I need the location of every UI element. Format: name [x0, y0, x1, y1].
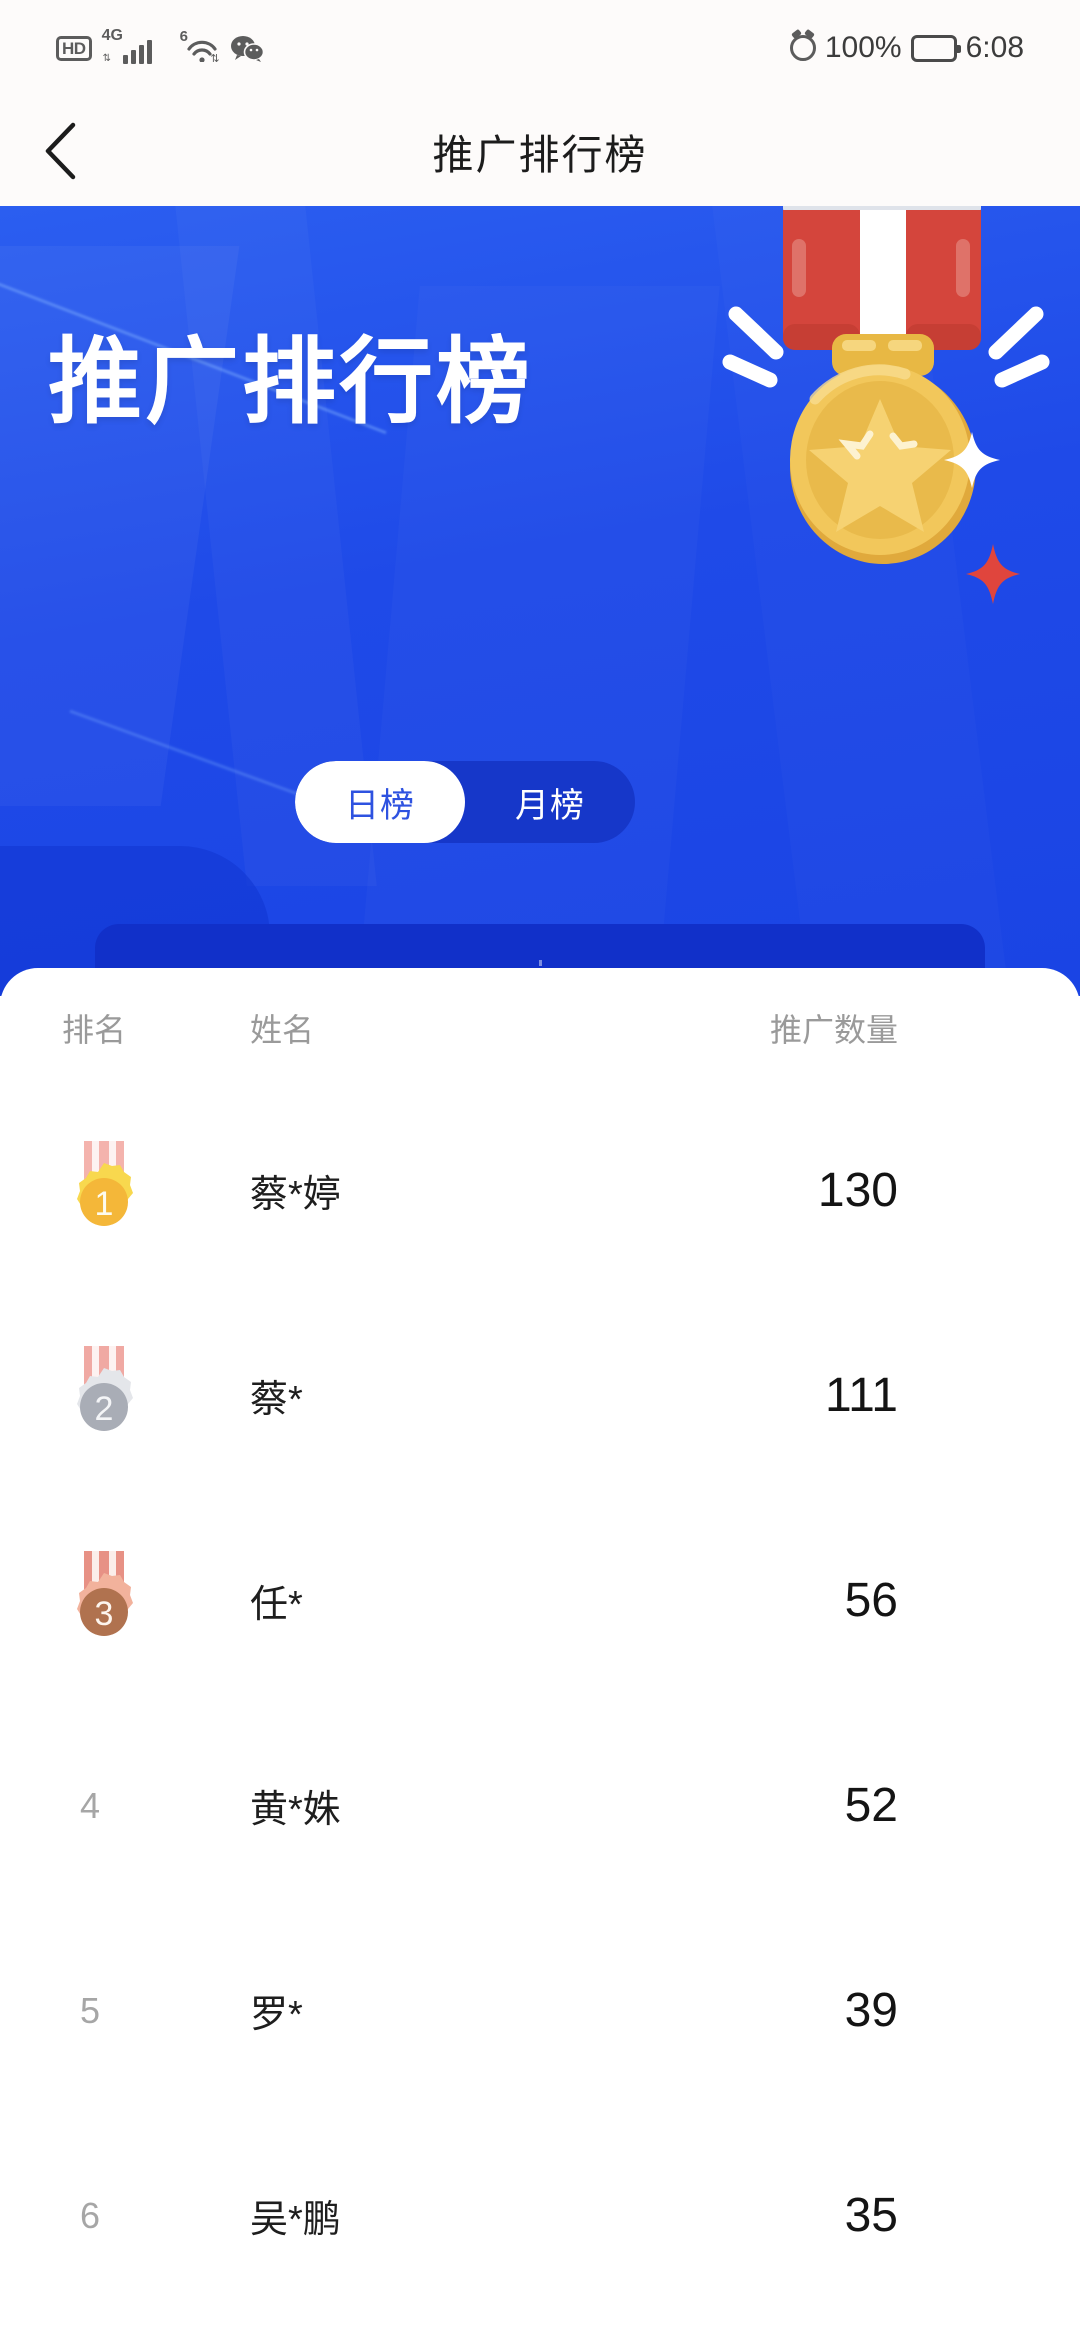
- hero-banner: 推广排行榜 日榜 月榜: [0, 206, 1080, 996]
- status-bar-right: 100% 6:08: [789, 31, 1024, 65]
- signal-bars-icon: [122, 40, 152, 64]
- wifi-updown-label: ⇅: [210, 53, 220, 65]
- row-rank-cell: 2: [0, 1344, 250, 1448]
- wifi-icon: 6 ⇅: [180, 28, 220, 65]
- column-header-rank: 排名: [62, 1012, 127, 1048]
- battery-icon: [910, 34, 961, 62]
- row-name-cell: 蔡*: [250, 1379, 303, 1421]
- tab-monthly[interactable]: 月榜: [465, 761, 635, 843]
- row-count-cell: 56: [844, 1574, 898, 1627]
- hd-icon: HD: [56, 35, 92, 61]
- svg-text:1: 1: [95, 1185, 114, 1223]
- signal-icon: 4G ⇅: [102, 28, 170, 64]
- row-name-cell: 吴*鹏: [250, 2199, 341, 2241]
- row-count-cell: 35: [844, 2189, 898, 2242]
- row-name-cell: 蔡*婷: [250, 1174, 341, 1216]
- gold-medal-illustration: [722, 206, 1050, 604]
- silver-medal-icon: 2: [77, 1345, 133, 1431]
- table-row[interactable]: 2 蔡* 111: [0, 1293, 1080, 1498]
- table-row[interactable]: 4 黄*姝 52: [0, 1703, 1080, 1908]
- status-bar-clock: 6:08: [965, 31, 1024, 64]
- row-rank-cell: 5: [0, 1990, 250, 2032]
- row-rank-number: 4: [79, 1784, 101, 1826]
- table-row[interactable]: 5 罗* 39: [0, 1908, 1080, 2113]
- row-count-cell: 130: [817, 1164, 898, 1217]
- signal-network-label: 4G: [101, 27, 123, 44]
- table-row[interactable]: 6 吴*鹏 35: [0, 2113, 1080, 2318]
- table-header-row: 排名 姓名 推广数量: [0, 968, 1080, 1088]
- svg-text:3: 3: [95, 1595, 114, 1633]
- phone-screen: HD 4G ⇅ 6 ⇅ 100% 6:08 推广排行榜 推广排行榜 日榜 月榜 …: [0, 0, 1080, 2340]
- page-title: 推广排行榜: [432, 132, 648, 178]
- table-row[interactable]: 1 蔡*婷 130: [0, 1088, 1080, 1293]
- row-rank-cell: 4: [0, 1785, 250, 1827]
- column-header-count: 推广数量: [769, 1012, 898, 1048]
- bronze-medal-icon: 3: [77, 1550, 133, 1636]
- tab-daily[interactable]: 日榜: [295, 761, 465, 843]
- row-rank-number: 5: [79, 1989, 101, 2031]
- row-rank-cell: 6: [0, 2195, 250, 2237]
- leaderboard-sheet: 排名 姓名 推广数量 1 蔡*婷 130 2 蔡* 111 3 任* 56 4 …: [0, 968, 1080, 2340]
- wechat-icon: [230, 35, 264, 62]
- nav-bar: 推广排行榜: [0, 96, 1080, 206]
- row-rank-cell: 3: [0, 1549, 250, 1653]
- row-count-cell: 39: [844, 1984, 898, 2037]
- alarm-icon: [789, 35, 816, 61]
- svg-text:2: 2: [95, 1390, 114, 1428]
- column-header-name: 姓名: [250, 1012, 315, 1048]
- row-rank-cell: 1: [0, 1139, 250, 1243]
- row-count-cell: 52: [844, 1779, 898, 1832]
- battery-percent-label: 100%: [824, 31, 902, 64]
- row-name-cell: 黄*姝: [250, 1789, 341, 1831]
- hero-title: 推广排行榜: [48, 329, 534, 434]
- signal-updown-label: ⇅: [102, 53, 111, 64]
- row-name-cell: 任*: [250, 1584, 303, 1626]
- leaderboard-period-toggle[interactable]: 日榜 月榜: [295, 761, 635, 843]
- gold-medal-icon: 1: [77, 1140, 133, 1226]
- status-bar-left: HD 4G ⇅ 6 ⇅: [56, 28, 264, 65]
- row-count-cell: 111: [825, 1369, 898, 1422]
- row-name-cell: 罗*: [250, 1994, 303, 2036]
- row-rank-number: 6: [79, 2194, 101, 2236]
- status-bar: HD 4G ⇅ 6 ⇅ 100% 6:08: [0, 0, 1080, 96]
- table-row[interactable]: 3 任* 56: [0, 1498, 1080, 1703]
